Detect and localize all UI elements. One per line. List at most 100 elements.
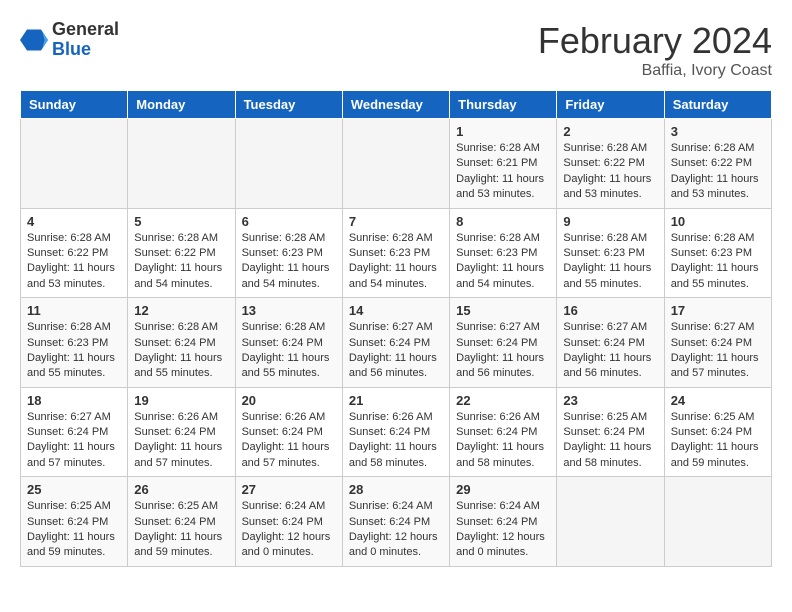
day-info: Sunrise: 6:27 AM Sunset: 6:24 PM Dayligh… bbox=[671, 320, 765, 382]
day-info: Sunrise: 6:27 AM Sunset: 6:24 PM Dayligh… bbox=[27, 410, 121, 472]
calendar-cell: 28 Sunrise: 6:24 AM Sunset: 6:24 PM Dayli… bbox=[342, 477, 449, 567]
calendar-cell bbox=[21, 119, 128, 209]
day-info: Sunrise: 6:28 AM Sunset: 6:24 PM Dayligh… bbox=[134, 320, 228, 382]
day-info: Sunrise: 6:28 AM Sunset: 6:23 PM Dayligh… bbox=[456, 231, 550, 293]
day-number: 27 bbox=[242, 482, 336, 497]
calendar-cell: 11 Sunrise: 6:28 AM Sunset: 6:23 PM Dayli… bbox=[21, 298, 128, 388]
calendar-cell: 10 Sunrise: 6:28 AM Sunset: 6:23 PM Dayli… bbox=[664, 208, 771, 298]
calendar-cell bbox=[235, 119, 342, 209]
calendar-cell: 8 Sunrise: 6:28 AM Sunset: 6:23 PM Daylig… bbox=[450, 208, 557, 298]
calendar-cell: 24 Sunrise: 6:25 AM Sunset: 6:24 PM Dayli… bbox=[664, 387, 771, 477]
calendar-cell: 27 Sunrise: 6:24 AM Sunset: 6:24 PM Dayli… bbox=[235, 477, 342, 567]
day-info: Sunrise: 6:25 AM Sunset: 6:24 PM Dayligh… bbox=[563, 410, 657, 472]
day-info: Sunrise: 6:27 AM Sunset: 6:24 PM Dayligh… bbox=[456, 320, 550, 382]
calendar-cell: 21 Sunrise: 6:26 AM Sunset: 6:24 PM Dayli… bbox=[342, 387, 449, 477]
logo-icon bbox=[20, 26, 48, 54]
logo-text: General Blue bbox=[52, 20, 119, 60]
calendar-title: February 2024 bbox=[538, 20, 772, 62]
calendar-cell: 2 Sunrise: 6:28 AM Sunset: 6:22 PM Daylig… bbox=[557, 119, 664, 209]
day-info: Sunrise: 6:28 AM Sunset: 6:22 PM Dayligh… bbox=[27, 231, 121, 293]
calendar-cell: 13 Sunrise: 6:28 AM Sunset: 6:24 PM Dayli… bbox=[235, 298, 342, 388]
logo-general: General bbox=[52, 20, 119, 40]
day-info: Sunrise: 6:28 AM Sunset: 6:22 PM Dayligh… bbox=[563, 141, 657, 203]
day-info: Sunrise: 6:28 AM Sunset: 6:23 PM Dayligh… bbox=[27, 320, 121, 382]
weekday-header-tuesday: Tuesday bbox=[235, 91, 342, 119]
day-info: Sunrise: 6:25 AM Sunset: 6:24 PM Dayligh… bbox=[671, 410, 765, 472]
calendar-cell: 5 Sunrise: 6:28 AM Sunset: 6:22 PM Daylig… bbox=[128, 208, 235, 298]
day-number: 2 bbox=[563, 124, 657, 139]
calendar-cell: 17 Sunrise: 6:27 AM Sunset: 6:24 PM Dayli… bbox=[664, 298, 771, 388]
calendar-cell: 9 Sunrise: 6:28 AM Sunset: 6:23 PM Daylig… bbox=[557, 208, 664, 298]
day-number: 28 bbox=[349, 482, 443, 497]
day-info: Sunrise: 6:27 AM Sunset: 6:24 PM Dayligh… bbox=[563, 320, 657, 382]
day-number: 21 bbox=[349, 393, 443, 408]
day-info: Sunrise: 6:26 AM Sunset: 6:24 PM Dayligh… bbox=[242, 410, 336, 472]
weekday-header-saturday: Saturday bbox=[664, 91, 771, 119]
calendar-cell: 18Sunrise: 6:27 AM Sunset: 6:24 PM Dayli… bbox=[21, 387, 128, 477]
day-info: Sunrise: 6:28 AM Sunset: 6:23 PM Dayligh… bbox=[563, 231, 657, 293]
day-info: Sunrise: 6:28 AM Sunset: 6:22 PM Dayligh… bbox=[134, 231, 228, 293]
calendar-cell bbox=[664, 477, 771, 567]
day-info: Sunrise: 6:25 AM Sunset: 6:24 PM Dayligh… bbox=[134, 499, 228, 561]
day-info: Sunrise: 6:26 AM Sunset: 6:24 PM Dayligh… bbox=[349, 410, 443, 472]
day-info: Sunrise: 6:28 AM Sunset: 6:22 PM Dayligh… bbox=[671, 141, 765, 203]
calendar-cell: 16 Sunrise: 6:27 AM Sunset: 6:24 PM Dayli… bbox=[557, 298, 664, 388]
day-number: 12 bbox=[134, 303, 228, 318]
weekday-header-row: SundayMondayTuesdayWednesdayThursdayFrid… bbox=[21, 91, 772, 119]
calendar-cell: 22Sunrise: 6:26 AM Sunset: 6:24 PM Dayli… bbox=[450, 387, 557, 477]
day-number: 20 bbox=[242, 393, 336, 408]
weekday-header-wednesday: Wednesday bbox=[342, 91, 449, 119]
day-number: 3 bbox=[671, 124, 765, 139]
day-number: 24 bbox=[671, 393, 765, 408]
calendar-cell: 4 Sunrise: 6:28 AM Sunset: 6:22 PM Daylig… bbox=[21, 208, 128, 298]
day-number: 4 bbox=[27, 214, 121, 229]
day-number: 9 bbox=[563, 214, 657, 229]
calendar-cell bbox=[557, 477, 664, 567]
calendar-cell: 12 Sunrise: 6:28 AM Sunset: 6:24 PM Dayli… bbox=[128, 298, 235, 388]
day-number: 25 bbox=[27, 482, 121, 497]
day-info: Sunrise: 6:28 AM Sunset: 6:23 PM Dayligh… bbox=[349, 231, 443, 293]
day-number: 29 bbox=[456, 482, 550, 497]
day-info: Sunrise: 6:28 AM Sunset: 6:21 PM Dayligh… bbox=[456, 141, 550, 203]
calendar-week-row: 18Sunrise: 6:27 AM Sunset: 6:24 PM Dayli… bbox=[21, 387, 772, 477]
calendar-week-row: 25 Sunrise: 6:25 AM Sunset: 6:24 PM Dayli… bbox=[21, 477, 772, 567]
day-info: Sunrise: 6:24 AM Sunset: 6:24 PM Dayligh… bbox=[349, 499, 443, 561]
day-number: 16 bbox=[563, 303, 657, 318]
calendar-cell: 3 Sunrise: 6:28 AM Sunset: 6:22 PM Daylig… bbox=[664, 119, 771, 209]
logo: General Blue bbox=[20, 20, 119, 60]
calendar-subtitle: Baffia, Ivory Coast bbox=[538, 62, 772, 80]
day-info: Sunrise: 6:26 AM Sunset: 6:24 PM Dayligh… bbox=[134, 410, 228, 472]
day-info: Sunrise: 6:24 AM Sunset: 6:24 PM Dayligh… bbox=[456, 499, 550, 561]
day-number: 19 bbox=[134, 393, 228, 408]
weekday-header-monday: Monday bbox=[128, 91, 235, 119]
calendar-cell: 19 Sunrise: 6:26 AM Sunset: 6:24 PM Dayli… bbox=[128, 387, 235, 477]
day-number: 11 bbox=[27, 303, 121, 318]
day-number: 14 bbox=[349, 303, 443, 318]
day-info: Sunrise: 6:28 AM Sunset: 6:23 PM Dayligh… bbox=[671, 231, 765, 293]
calendar-cell: 29 Sunrise: 6:24 AM Sunset: 6:24 PM Dayli… bbox=[450, 477, 557, 567]
weekday-header-sunday: Sunday bbox=[21, 91, 128, 119]
day-number: 17 bbox=[671, 303, 765, 318]
weekday-header-friday: Friday bbox=[557, 91, 664, 119]
logo-blue: Blue bbox=[52, 40, 119, 60]
day-info: Sunrise: 6:24 AM Sunset: 6:24 PM Dayligh… bbox=[242, 499, 336, 561]
day-number: 5 bbox=[134, 214, 228, 229]
weekday-header-thursday: Thursday bbox=[450, 91, 557, 119]
day-number: 10 bbox=[671, 214, 765, 229]
calendar-cell: 15 Sunrise: 6:27 AM Sunset: 6:24 PM Dayli… bbox=[450, 298, 557, 388]
calendar-cell: 1 Sunrise: 6:28 AM Sunset: 6:21 PM Daylig… bbox=[450, 119, 557, 209]
calendar-cell: 6Sunrise: 6:28 AM Sunset: 6:23 PM Daylig… bbox=[235, 208, 342, 298]
day-number: 22 bbox=[456, 393, 550, 408]
calendar-cell: 7 Sunrise: 6:28 AM Sunset: 6:23 PM Daylig… bbox=[342, 208, 449, 298]
day-info: Sunrise: 6:28 AM Sunset: 6:23 PM Dayligh… bbox=[242, 231, 336, 293]
calendar-cell bbox=[128, 119, 235, 209]
day-number: 23 bbox=[563, 393, 657, 408]
day-number: 13 bbox=[242, 303, 336, 318]
day-number: 1 bbox=[456, 124, 550, 139]
day-number: 7 bbox=[349, 214, 443, 229]
day-number: 8 bbox=[456, 214, 550, 229]
day-info: Sunrise: 6:25 AM Sunset: 6:24 PM Dayligh… bbox=[27, 499, 121, 561]
title-block: February 2024 Baffia, Ivory Coast bbox=[538, 20, 772, 80]
day-info: Sunrise: 6:28 AM Sunset: 6:24 PM Dayligh… bbox=[242, 320, 336, 382]
day-number: 15 bbox=[456, 303, 550, 318]
